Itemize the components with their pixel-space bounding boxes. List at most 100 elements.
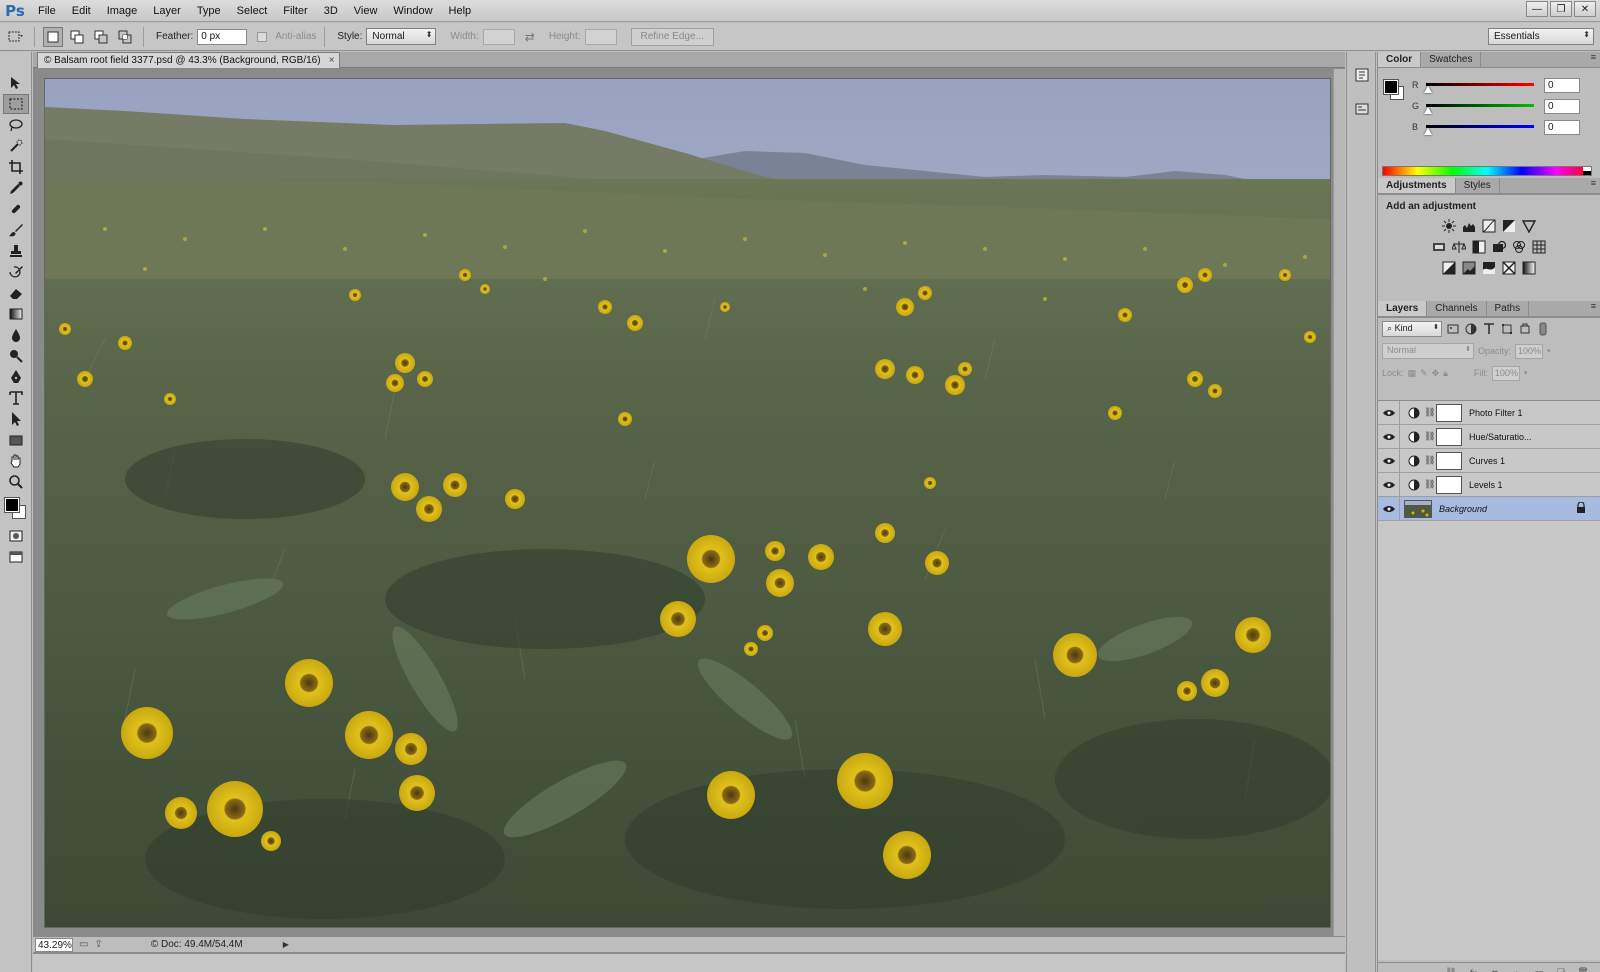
foreground-color-swatch[interactable]: [4, 497, 20, 513]
green-value-input[interactable]: 0: [1544, 99, 1580, 114]
restore-button[interactable]: ❐: [1550, 1, 1572, 17]
menu-select[interactable]: Select: [229, 0, 276, 22]
swap-dimensions-icon[interactable]: ⇄: [525, 30, 535, 44]
green-slider[interactable]: [1426, 104, 1534, 107]
green-slider-thumb[interactable]: [1424, 107, 1432, 114]
screen-mode-icon[interactable]: [3, 547, 29, 567]
menu-view[interactable]: View: [346, 0, 386, 22]
mask-icon[interactable]: ◙: [1488, 968, 1502, 972]
eraser-tool-icon[interactable]: [3, 283, 29, 303]
type-tool-icon[interactable]: [3, 388, 29, 408]
layer-row-selected[interactable]: Background: [1378, 496, 1600, 521]
lock-all-icon[interactable]: 🔒︎: [1443, 368, 1448, 379]
quick-selection-tool-icon[interactable]: [3, 136, 29, 156]
layer-filter-kind-select[interactable]: ⌕ Kind ⬍: [1382, 321, 1442, 337]
brush-tool-icon[interactable]: [3, 220, 29, 240]
style-select[interactable]: Normal ⬍: [366, 28, 437, 45]
lock-transparent-icon[interactable]: ▦: [1408, 368, 1417, 379]
group-icon[interactable]: ▭: [1532, 967, 1546, 972]
share-icon[interactable]: ⇪: [94, 939, 102, 950]
height-input[interactable]: [584, 28, 617, 45]
eye-icon[interactable]: [1378, 496, 1400, 521]
canvas[interactable]: [45, 79, 1330, 927]
link-icon[interactable]: ⛓: [1444, 967, 1458, 972]
layer-mask-thumbnail[interactable]: [1436, 475, 1462, 494]
selective-color-icon[interactable]: [1502, 261, 1516, 275]
trash-icon[interactable]: 🗑︎: [1576, 967, 1590, 972]
status-menu-arrow-icon[interactable]: ▶: [283, 940, 289, 949]
blue-slider-thumb[interactable]: [1424, 128, 1432, 135]
filter-smart-object-icon[interactable]: [1518, 322, 1532, 336]
tab-styles[interactable]: Styles: [1456, 178, 1500, 193]
levels-icon[interactable]: [1462, 219, 1476, 233]
filter-toggle-icon[interactable]: [1536, 322, 1550, 336]
hue-saturation-icon[interactable]: [1432, 240, 1446, 254]
tab-adjustments[interactable]: Adjustments: [1378, 178, 1456, 193]
new-selection-icon[interactable]: [43, 26, 63, 47]
antialias-checkbox[interactable]: [257, 31, 268, 42]
panel-menu-icon[interactable]: ≡: [1591, 52, 1596, 62]
opacity-dropdown-icon[interactable]: ▾: [1547, 347, 1551, 355]
properties-panel-icon[interactable]: [1351, 98, 1373, 120]
quick-mask-icon[interactable]: [3, 526, 29, 546]
width-input[interactable]: [482, 28, 515, 45]
fill-input[interactable]: 100%: [1491, 365, 1520, 381]
blend-mode-select[interactable]: Normal ⬍: [1382, 343, 1474, 359]
menu-filter[interactable]: Filter: [275, 0, 315, 22]
menu-edit[interactable]: Edit: [64, 0, 99, 22]
exposure-icon[interactable]: [1502, 219, 1516, 233]
tab-channels[interactable]: Channels: [1427, 301, 1487, 316]
lock-image-icon[interactable]: ✎: [1420, 368, 1428, 379]
filter-pixel-icon[interactable]: [1446, 322, 1460, 336]
channel-mixer-icon[interactable]: [1512, 240, 1526, 254]
layer-row[interactable]: ⛓ Levels 1: [1378, 472, 1600, 497]
history-brush-tool-icon[interactable]: [3, 262, 29, 282]
brightness-contrast-icon[interactable]: [1442, 219, 1456, 233]
close-icon[interactable]: ×: [329, 53, 335, 68]
foreground-color-swatch[interactable]: [1383, 79, 1399, 95]
menu-help[interactable]: Help: [441, 0, 480, 22]
document-tab[interactable]: © Balsam root field 3377.psd @ 43.3% (Ba…: [37, 52, 340, 68]
menu-layer[interactable]: Layer: [145, 0, 189, 22]
crop-tool-icon[interactable]: [3, 157, 29, 177]
blue-slider[interactable]: [1426, 125, 1534, 128]
feather-input[interactable]: [197, 28, 248, 45]
new-layer-icon[interactable]: ❏: [1554, 967, 1568, 972]
chain-link-icon[interactable]: ⛓: [1424, 479, 1435, 490]
refine-edge-button[interactable]: Refine Edge...: [630, 27, 714, 46]
filter-adjustment-icon[interactable]: [1464, 322, 1478, 336]
document-size-info[interactable]: © Doc: 49.4M/54.4M: [151, 939, 243, 950]
chain-link-icon[interactable]: ⛓: [1424, 407, 1435, 418]
minimize-button[interactable]: —: [1526, 1, 1548, 17]
tab-swatches[interactable]: Swatches: [1421, 52, 1482, 67]
layer-mask-thumbnail[interactable]: [1436, 427, 1462, 446]
menu-file[interactable]: File: [30, 0, 64, 22]
color-spectrum-ramp[interactable]: [1382, 166, 1592, 176]
history-panel-icon[interactable]: [1351, 64, 1373, 86]
filter-type-icon[interactable]: [1482, 322, 1496, 336]
subtract-from-selection-icon[interactable]: [91, 27, 111, 47]
invert-icon[interactable]: [1442, 261, 1456, 275]
tab-layers[interactable]: Layers: [1378, 301, 1428, 316]
color-balance-icon[interactable]: [1452, 240, 1466, 254]
lock-position-icon[interactable]: ✥: [1432, 368, 1440, 379]
tab-color[interactable]: Color: [1378, 52, 1422, 67]
layer-row[interactable]: ⛓ Photo Filter 1: [1378, 400, 1600, 425]
dodge-tool-icon[interactable]: [3, 346, 29, 366]
eyedropper-tool-icon[interactable]: [3, 178, 29, 198]
panel-menu-icon[interactable]: ≡: [1591, 178, 1596, 188]
lasso-tool-icon[interactable]: [3, 115, 29, 135]
menu-3d[interactable]: 3D: [316, 0, 346, 22]
fx-icon[interactable]: fx: [1466, 968, 1480, 972]
vertical-scrollbar[interactable]: [1333, 69, 1345, 936]
healing-brush-tool-icon[interactable]: [3, 199, 29, 219]
adjustment-icon[interactable]: ◐: [1510, 968, 1524, 972]
curves-icon[interactable]: [1482, 219, 1496, 233]
layer-image-thumbnail[interactable]: [1404, 499, 1432, 518]
layer-name[interactable]: Background: [1439, 504, 1487, 514]
close-button[interactable]: ✕: [1574, 1, 1596, 17]
clone-stamp-tool-icon[interactable]: [3, 241, 29, 261]
red-slider[interactable]: [1426, 83, 1534, 86]
black-white-icon[interactable]: [1472, 240, 1486, 254]
zoom-level-field[interactable]: 43.29%: [35, 937, 73, 952]
